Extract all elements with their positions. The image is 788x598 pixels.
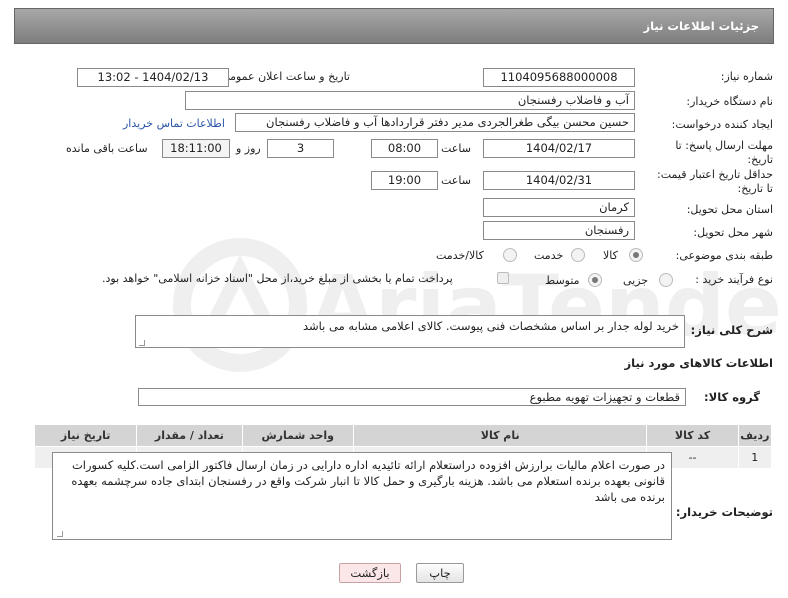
category-option-service: خدمت bbox=[534, 249, 564, 262]
process-option-medium: متوسط bbox=[545, 274, 580, 287]
city-label: شهر محل تحویل: bbox=[693, 226, 773, 239]
valid-time-field: 19:00 bbox=[371, 171, 438, 190]
process-radio-medium[interactable] bbox=[588, 273, 602, 287]
remaining-label: ساعت باقی مانده bbox=[66, 142, 148, 155]
creator-field: حسین محسن بیگی طغرالجردی مدیر دفتر قرارد… bbox=[235, 113, 635, 132]
province-label: استان محل تحویل: bbox=[686, 203, 773, 216]
buyer-contact-link[interactable]: اطلاعات تماس خریدار bbox=[123, 117, 225, 130]
price-validity-date-label: تا تاریخ: bbox=[737, 182, 773, 195]
buyer-notes-field: در صورت اعلام مالیات برارزش افزوده دراست… bbox=[52, 452, 672, 540]
valid-date-field: 1404/02/31 bbox=[483, 171, 635, 190]
category-radio-goods[interactable] bbox=[629, 248, 643, 262]
deadline-label: مهلت ارسال پاسخ: تا bbox=[675, 139, 773, 152]
announce-field: 1404/02/13 - 13:02 bbox=[77, 68, 229, 87]
category-option-both: کالا/خدمت bbox=[436, 249, 484, 262]
buyer-notes-text: در صورت اعلام مالیات برارزش افزوده دراست… bbox=[71, 458, 665, 504]
process-option-minor: جزیی bbox=[623, 274, 649, 287]
category-radio-service[interactable] bbox=[571, 248, 585, 262]
valid-time-label: ساعت bbox=[441, 174, 471, 187]
category-radio-both[interactable] bbox=[503, 248, 517, 262]
col-code: کد کالا bbox=[646, 424, 739, 447]
col-row: ردیف bbox=[737, 424, 773, 447]
col-qty: تعداد / مقدار bbox=[136, 424, 243, 447]
back-button[interactable]: بازگشت bbox=[339, 563, 401, 583]
col-date: تاریخ نیاز bbox=[33, 424, 138, 447]
buyer-notes-resize-handle[interactable] bbox=[57, 531, 63, 537]
print-button[interactable]: چاپ bbox=[416, 563, 464, 583]
description-field: خرید لوله جدار بر اساس مشخصات فنی پیوست.… bbox=[135, 315, 685, 348]
goods-group-field: قطعات و تجهیزات تهویه مطبوع bbox=[138, 388, 686, 406]
process-radio-minor[interactable] bbox=[659, 273, 673, 287]
deadline-time-field: 08:00 bbox=[371, 139, 438, 158]
deadline-date-field: 1404/02/17 bbox=[483, 139, 635, 158]
description-label: شرح کلی نیاز: bbox=[690, 323, 773, 337]
deadline-date-label: تاریخ: bbox=[747, 153, 773, 166]
page-header: جزئیات اطلاعات نیاز bbox=[14, 8, 774, 44]
page-title: جزئیات اطلاعات نیاز bbox=[643, 19, 759, 33]
days-label: روز و bbox=[236, 142, 261, 155]
province-field: کرمان bbox=[483, 198, 635, 217]
deadline-time-label: ساعت bbox=[441, 142, 471, 155]
payment-checkbox[interactable] bbox=[497, 272, 509, 284]
description-text: خرید لوله جدار بر اساس مشخصات فنی پیوست.… bbox=[303, 319, 679, 333]
col-unit: واحد شمارش bbox=[241, 424, 354, 447]
goods-section-title: اطلاعات کالاهای مورد نیاز bbox=[624, 356, 773, 370]
remaining-time-field: 18:11:00 bbox=[162, 139, 230, 158]
announce-label: تاریخ و ساعت اعلان عمومی: bbox=[217, 70, 350, 83]
payment-note: پرداخت تمام یا بخشی از مبلغ خرید،از محل … bbox=[102, 272, 453, 285]
need-number-label: شماره نیاز: bbox=[720, 70, 773, 83]
col-name: نام کالا bbox=[352, 424, 648, 447]
buyer-org-field: آب و فاضلاب رفسنجان bbox=[185, 91, 635, 110]
category-option-goods: کالا bbox=[603, 249, 618, 262]
days-field: 3 bbox=[267, 139, 334, 158]
process-label: نوع فرآیند خرید : bbox=[695, 273, 773, 286]
need-number-field: 1104095688000008 bbox=[483, 68, 635, 87]
category-label: طبقه بندی موضوعی: bbox=[675, 249, 773, 262]
cell-row: 1 bbox=[737, 446, 773, 469]
city-field: رفسنجان bbox=[483, 221, 635, 240]
buyer-notes-label: توضیحات خریدار: bbox=[675, 505, 773, 519]
price-validity-label: حداقل تاریخ اعتبار قیمت: bbox=[657, 168, 773, 181]
creator-label: ایجاد کننده درخواست: bbox=[671, 118, 773, 131]
description-resize-handle[interactable] bbox=[139, 340, 145, 346]
goods-group-label: گروه کالا: bbox=[704, 390, 760, 404]
buyer-org-label: نام دستگاه خریدار: bbox=[686, 95, 773, 108]
